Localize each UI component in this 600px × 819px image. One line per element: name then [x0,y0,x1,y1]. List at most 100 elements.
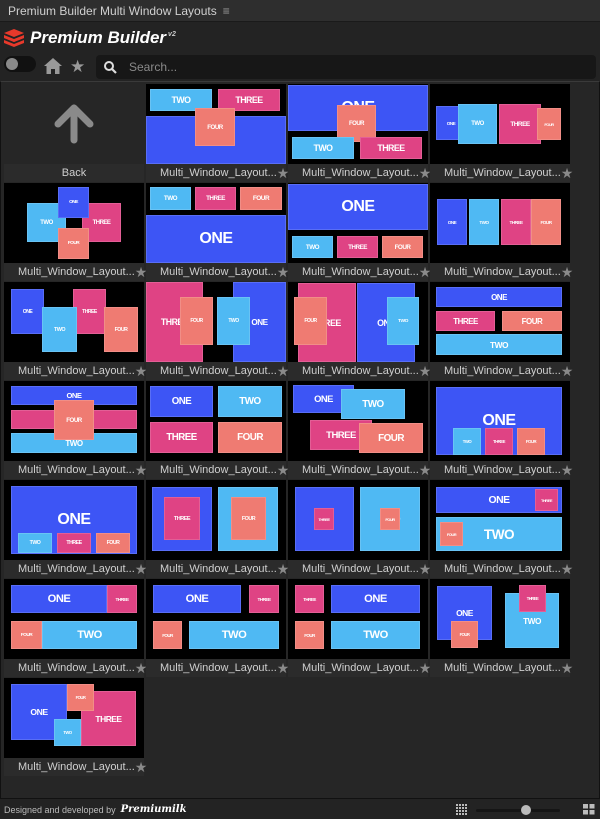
window-three: THREE [295,585,324,613]
window-three: THREE [485,428,513,455]
layout-thumbnail: THREE ONE FOUR TWO [288,282,428,362]
window-four: FOUR [531,199,561,245]
layout-thumbnail: ONETWOTHREEFOUR [288,480,428,560]
card-label: Multi_Window_Layout... ★ [4,560,147,578]
layout-card[interactable]: ONE THREE FOUR TWO Multi_Window_Layout... ★ [430,282,573,380]
layout-card[interactable]: TWO THREE FOUR ONE Multi_Window_Layout... ★ [146,183,289,281]
layout-thumbnail: ONETWOTHREEFOUR [288,381,428,461]
layout-card[interactable]: ONETWOTHREEFOURMulti_Window_Layout...★ [430,381,573,479]
mode-toggle[interactable] [4,56,36,72]
brand-logo[interactable]: Premiumilk [121,804,187,815]
window-four: FOUR [180,297,213,345]
card-label: Multi_Window_Layout... ★ [288,560,431,578]
layout-card[interactable]: ONETHREETWOFOURMulti_Window_Layout...★ [430,480,573,578]
layout-name: Multi_Window_Layout... [302,464,419,476]
layout-card[interactable]: TWOTHREEONEFOURMulti_Window_Layout...★ [146,84,289,182]
window-three: THREE [57,533,91,553]
window-two: TWO [453,428,481,455]
window-two: TWO [341,389,405,419]
window-two: TWO [217,297,250,345]
layout-card[interactable]: ONETWOTHREEFOURMulti_Window_Layout...★ [288,480,431,578]
layout-thumbnail: ONETWOTHREEFOUR [430,381,570,461]
layout-name: Multi_Window_Layout... [160,662,277,674]
back-label: Back [4,164,144,182]
favorite-star-icon[interactable]: ★ [561,660,574,677]
layout-thumbnail: ONETWOTHREEFOUR [430,183,570,263]
window-three: THREE [337,236,378,258]
layout-name: Multi_Window_Layout... [160,167,277,179]
window-two: TWO [150,187,191,210]
toggle-knob [6,58,18,70]
layout-card[interactable]: ONETWOTHREEFOURMulti_Window_Layout...★ [288,381,431,479]
window-four: FOUR [382,236,423,258]
layout-card[interactable]: ONETWOTHREEFOUR Multi_Window_Layout...★ [430,579,573,677]
layout-card[interactable]: THREE ONE FOUR TWO Multi_Window_Layout... ★ [146,282,289,380]
layout-card[interactable]: ONE THREE FOUR TWO Multi_Window_Layout... ★ [146,579,289,677]
layout-card[interactable]: ONE THREE FOUR TWO Multi_Window_Layout... ★ [4,678,147,776]
window-four: FOUR [153,621,182,649]
layout-name: Multi_Window_Layout... [444,662,561,674]
layout-card[interactable]: ONETWOTHREEFOURMulti_Window_Layout...★ [288,183,431,281]
search-input[interactable] [129,60,569,74]
layout-thumbnail: TWOTHREEONEFOUR [4,183,144,263]
window-one: ONE [436,287,562,307]
favorite-star-icon[interactable]: ★ [561,462,574,479]
layout-card[interactable]: ONETWOTHREEFOURMulti_Window_Layout...★ [430,84,573,182]
card-label: Multi_Window_Layout... ★ [288,659,431,677]
layout-card[interactable]: THREE ONE FOUR TWO Multi_Window_Layout... ★ [288,579,431,677]
layout-card[interactable]: TWOTHREEONEFOURMulti_Window_Layout...★ [4,183,147,281]
home-icon[interactable] [44,58,62,74]
favorites-star-icon[interactable]: ★ [70,57,85,77]
card-label: Multi_Window_Layout... ★ [4,362,147,380]
window-titlebar: Premium Builder Multi Window Layouts ≡ [0,0,600,22]
window-three: THREE [107,585,137,613]
window-three: THREE [360,137,422,159]
layout-card[interactable]: THREE ONE FOUR TWO Multi_Window_Layout... ★ [288,282,431,380]
layout-thumbnail: ONEFOURTWOTHREE [288,84,428,164]
layout-card[interactable]: ONEFOURTWOTHREEMulti_Window_Layout...★ [288,84,431,182]
card-label: Multi_Window_Layout... ★ [146,164,289,182]
layout-card[interactable]: ONETWOTHREEFOURMulti_Window_Layout...★ [4,480,147,578]
window-one: ONE [11,585,107,613]
layout-card[interactable]: ONE THREE FOUR TWO Multi_Window_Layout... ★ [4,579,147,677]
slider-knob[interactable] [521,805,532,815]
grid-small-icon[interactable] [456,804,468,815]
favorite-star-icon[interactable]: ★ [561,561,574,578]
hamburger-icon[interactable]: ≡ [223,4,230,18]
window-four: FOUR [451,621,478,648]
card-label: Multi_Window_Layout... ★ [430,263,573,281]
window-two: TWO [42,307,77,352]
back-button[interactable]: Back [4,84,144,182]
layouts-grid-panel: Back TWOTHREEONEFOURMulti_Window_Layout.… [0,81,600,799]
favorite-star-icon[interactable]: ★ [561,264,574,281]
favorite-star-icon[interactable]: ★ [561,363,574,380]
layout-card[interactable]: ONETWOTHREEFOURMulti_Window_Layout...★ [146,381,289,479]
thumbnail-size-slider[interactable] [476,805,560,815]
arrow-up-icon [54,104,94,144]
layout-card[interactable]: ONETWOTHREEFOURMulti_Window_Layout...★ [146,480,289,578]
version-badge: v2 [168,31,176,39]
window-four: FOUR [96,533,130,553]
window-four: FOUR [440,522,463,546]
layout-thumbnail: ONETWOTHREEFOUR [430,579,570,659]
layout-card[interactable]: ONETHREETWOFOURMulti_Window_Layout...★ [4,282,147,380]
card-label: Multi_Window_Layout... ★ [146,461,289,479]
window-one: ONE [331,585,420,613]
layout-thumbnail: ONETWOTHREEFOUR [146,381,286,461]
grid-large-icon[interactable] [583,804,595,815]
window-four: FOUR [54,400,94,440]
window-one: ONE [153,585,241,613]
layout-thumbnail: TWOTHREEONEFOUR [146,84,286,164]
favorite-star-icon[interactable]: ★ [135,759,148,776]
window-one: ONE [146,215,286,263]
layout-card[interactable]: ONETWOTHREEFOURMulti_Window_Layout...★ [430,183,573,281]
layout-thumbnail: ONETHREETWOFOUR [430,480,570,560]
app-name: Premium Builder v2 [30,28,176,48]
layout-card[interactable]: ONETHREETWOFOURMulti_Window_Layout...★ [4,381,147,479]
favorite-star-icon[interactable]: ★ [561,165,574,182]
card-label: Multi_Window_Layout... ★ [146,659,289,677]
layout-name: Multi_Window_Layout... [302,167,419,179]
search-box[interactable] [96,55,596,79]
card-label: Multi_Window_Layout... ★ [146,263,289,281]
layout-name: Multi_Window_Layout... [160,365,277,377]
